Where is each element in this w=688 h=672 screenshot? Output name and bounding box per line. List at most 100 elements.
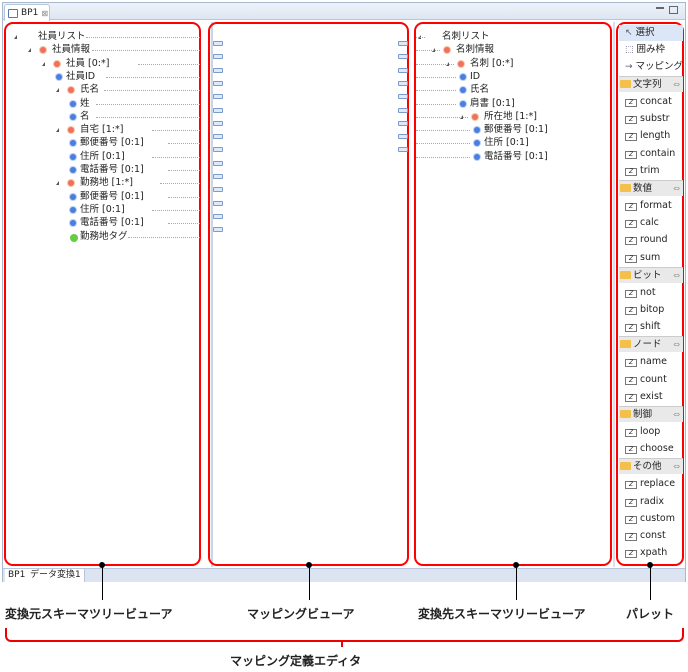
- palette-function-item[interactable]: Zshift: [619, 319, 683, 335]
- collapse-icon[interactable]: ⇔: [673, 268, 680, 284]
- palette-function-item[interactable]: Ztrim: [619, 163, 683, 179]
- source-port-handle[interactable]: [213, 200, 223, 206]
- source-port-handle[interactable]: [213, 227, 223, 233]
- tree-node-label[interactable]: 社員 [0:*]: [66, 57, 109, 70]
- palette-function-item[interactable]: Zloop: [619, 424, 683, 440]
- source-port-handle[interactable]: [213, 120, 223, 126]
- tree-node-label[interactable]: 氏名: [470, 83, 489, 96]
- palette-function-item[interactable]: Zname: [619, 354, 683, 370]
- tree-node-label[interactable]: 住所 [0:1]: [80, 150, 125, 163]
- palette-group-header[interactable]: ビット ⇔: [619, 266, 683, 284]
- palette-function-item[interactable]: Zconcat: [619, 94, 683, 110]
- palette-tool[interactable]: → マッピング: [619, 59, 683, 75]
- tree-node-label[interactable]: 郵便番号 [0:1]: [80, 190, 144, 203]
- expand-arrow-icon[interactable]: [56, 181, 59, 186]
- palette-function-item[interactable]: Zradix: [619, 494, 683, 510]
- palette-function-item[interactable]: Zcontain: [619, 146, 683, 162]
- tree-node-label[interactable]: 電話番号 [0:1]: [484, 150, 548, 163]
- palette-group-header[interactable]: 制御 ⇔: [619, 406, 683, 422]
- source-port-handle[interactable]: [213, 174, 223, 179]
- source-port-handle[interactable]: [213, 80, 223, 86]
- editor-tab-bp1[interactable]: BP1 ⊠: [4, 4, 50, 21]
- maximize-button[interactable]: [669, 6, 678, 14]
- tree-node-label[interactable]: 肩書 [0:1]: [470, 97, 515, 110]
- palette-function-item[interactable]: Zreplace: [619, 476, 683, 492]
- palette-tool[interactable]: ↖ 選択: [619, 25, 683, 41]
- tree-node-label[interactable]: 社員ID: [66, 70, 95, 83]
- palette-function-item[interactable]: Zlength: [619, 128, 683, 144]
- source-port-handle[interactable]: [213, 213, 223, 219]
- palette-function-item[interactable]: Zcustom: [619, 511, 683, 527]
- tree-node-label[interactable]: 自宅 [1:*]: [80, 123, 123, 136]
- expand-arrow-icon[interactable]: [42, 61, 45, 66]
- tree-node-label[interactable]: 郵便番号 [0:1]: [484, 123, 548, 136]
- palette-divider[interactable]: [613, 22, 615, 567]
- tree-node-label[interactable]: 社員リスト: [38, 30, 86, 43]
- palette-group-header[interactable]: ノード ⇔: [619, 336, 683, 353]
- bottom-tab-data-transform[interactable]: データ変換1: [27, 569, 85, 582]
- tree-node-label[interactable]: 勤務地タグ: [80, 230, 128, 243]
- close-icon[interactable]: ⊠: [41, 9, 48, 18]
- palette-function-item[interactable]: Zxpath: [619, 545, 683, 561]
- tree-node-label[interactable]: 郵便番号 [0:1]: [80, 136, 144, 149]
- tree-node-label[interactable]: 名刺 [0:*]: [470, 57, 513, 70]
- palette-function-item[interactable]: Zchoose: [619, 441, 683, 457]
- source-port-handle[interactable]: [213, 67, 223, 73]
- palette-function-item[interactable]: Zconst: [619, 528, 683, 544]
- tree-node-label[interactable]: 名刺情報: [456, 43, 494, 56]
- tree-node-label[interactable]: 所在地 [1:*]: [484, 110, 537, 123]
- expand-arrow-icon[interactable]: [56, 128, 59, 133]
- palette-tool[interactable]: ⬚ 囲み枠: [619, 42, 683, 58]
- source-port-handle[interactable]: [213, 134, 223, 140]
- source-port-handle[interactable]: [213, 94, 223, 100]
- tree-node-label[interactable]: 姓: [80, 97, 90, 110]
- palette-function-item[interactable]: Zexist: [619, 389, 683, 405]
- tree-node-label[interactable]: 社員情報: [52, 43, 90, 56]
- expand-arrow-icon[interactable]: [14, 35, 17, 39]
- target-port-handle[interactable]: [398, 120, 408, 126]
- target-port-handle[interactable]: [398, 147, 408, 153]
- collapse-icon[interactable]: ⇔: [673, 459, 680, 475]
- tree-node-label[interactable]: 名刺リスト: [442, 30, 490, 43]
- collapse-icon[interactable]: ⇔: [673, 337, 680, 353]
- tree-node-label[interactable]: 電話番号 [0:1]: [80, 163, 144, 176]
- bottom-tab-bp1[interactable]: BP1: [5, 569, 30, 582]
- expand-arrow-icon[interactable]: [28, 48, 31, 53]
- tree-node-label[interactable]: 名: [80, 110, 90, 123]
- minimize-button[interactable]: [656, 7, 664, 9]
- target-port-handle[interactable]: [398, 134, 408, 140]
- source-port-handle[interactable]: [213, 187, 223, 193]
- target-port-handle[interactable]: [398, 67, 408, 73]
- tree-node-label[interactable]: 勤務地 [1:*]: [80, 176, 133, 189]
- tree-node-label[interactable]: ID: [470, 70, 480, 83]
- palette-function-item[interactable]: Zround: [619, 232, 683, 248]
- palette-function-item[interactable]: Znot: [619, 285, 683, 301]
- source-port-handle[interactable]: [213, 107, 223, 113]
- palette-function-item[interactable]: Zsubstr: [619, 111, 683, 127]
- target-port-handle[interactable]: [398, 94, 408, 100]
- tree-node-label[interactable]: 電話番号 [0:1]: [80, 216, 144, 229]
- palette-group-header[interactable]: 文字列 ⇔: [619, 76, 683, 92]
- target-port-handle[interactable]: [398, 41, 408, 46]
- palette-function-item[interactable]: Zcalc: [619, 215, 683, 231]
- target-port-handle[interactable]: [398, 107, 408, 113]
- palette-group-header[interactable]: 数値 ⇔: [619, 180, 683, 196]
- source-port-handle[interactable]: [213, 147, 223, 153]
- collapse-icon[interactable]: ⇔: [673, 407, 680, 423]
- palette-function-item[interactable]: Zformat: [619, 198, 683, 214]
- source-port-handle[interactable]: [213, 41, 223, 46]
- expand-arrow-icon[interactable]: [56, 88, 59, 93]
- source-port-handle[interactable]: [213, 54, 223, 60]
- collapse-icon[interactable]: ⇔: [673, 77, 680, 93]
- palette-group-header[interactable]: その他 ⇔: [619, 458, 683, 475]
- tree-node-label[interactable]: 住所 [0:1]: [80, 203, 125, 216]
- target-port-handle[interactable]: [398, 80, 408, 86]
- collapse-icon[interactable]: ⇔: [673, 181, 680, 197]
- tree-node-label[interactable]: 氏名: [80, 83, 99, 96]
- source-port-handle[interactable]: [213, 160, 223, 166]
- target-port-handle[interactable]: [398, 54, 408, 60]
- palette-function-item[interactable]: Zcount: [619, 372, 683, 388]
- palette-function-item[interactable]: Zsum: [619, 250, 683, 266]
- palette-function-item[interactable]: Zbitop: [619, 302, 683, 318]
- tree-node-label[interactable]: 住所 [0:1]: [484, 136, 529, 149]
